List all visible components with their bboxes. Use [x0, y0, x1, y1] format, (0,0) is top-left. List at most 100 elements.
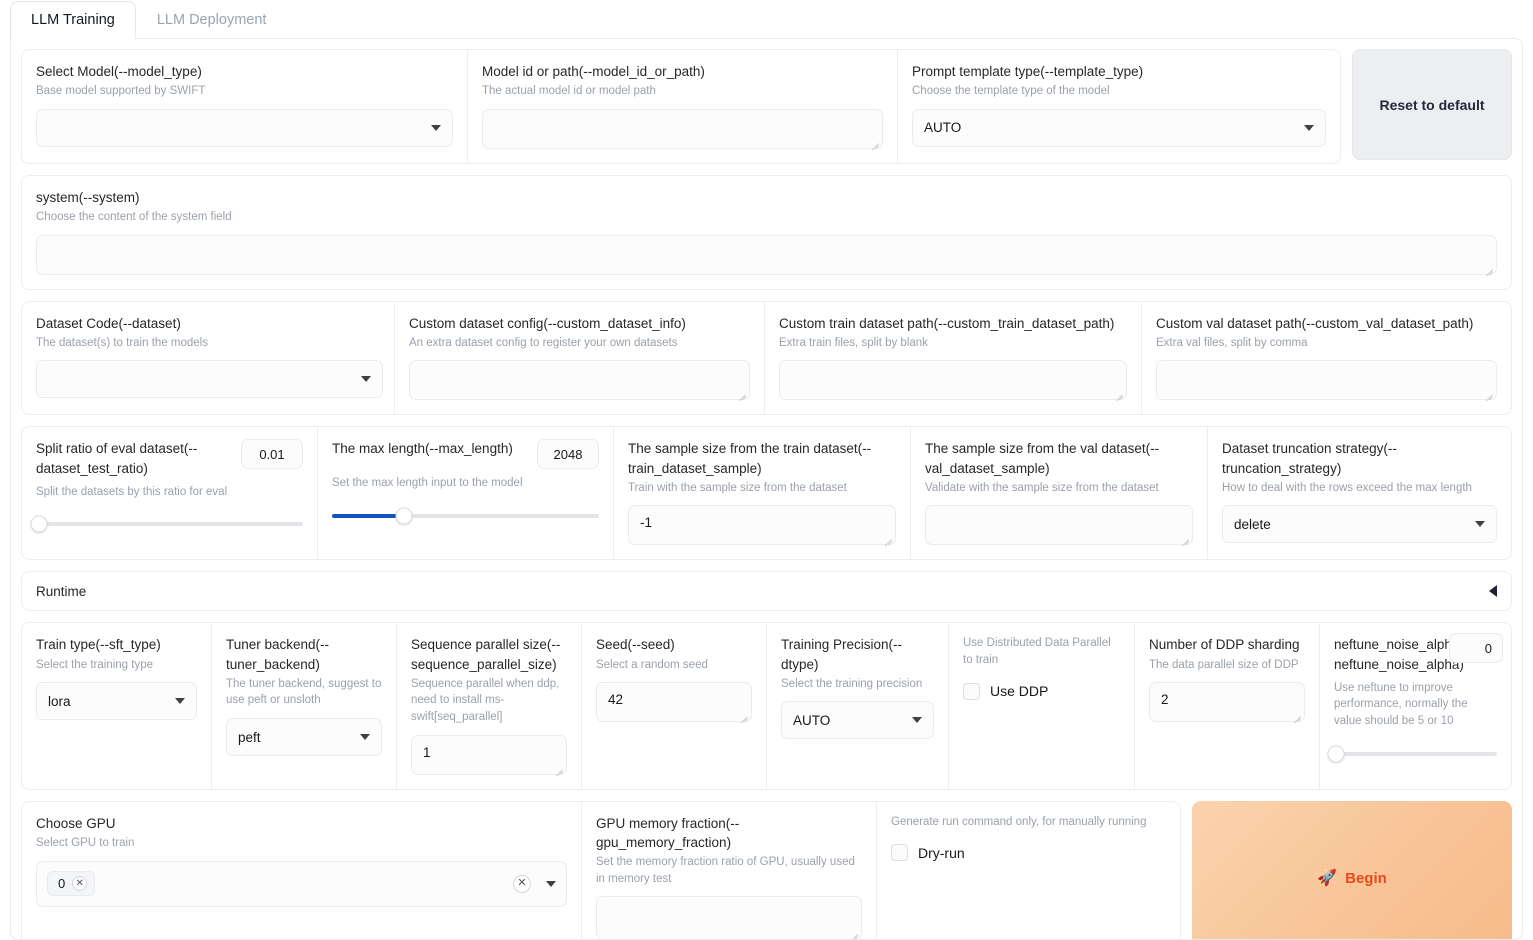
- template-type-dropdown[interactable]: AUTO: [912, 109, 1326, 147]
- template-type-value: AUTO: [924, 120, 961, 135]
- sequence-parallel-size-value: 1: [423, 745, 431, 760]
- slider-knob[interactable]: [1327, 745, 1344, 762]
- resize-grip-icon[interactable]: [882, 532, 892, 542]
- val-dataset-sample-label: The sample size from the val dataset(--v…: [925, 439, 1193, 477]
- resize-grip-icon[interactable]: [869, 136, 879, 146]
- train-dataset-sample-value: -1: [640, 515, 652, 530]
- use-ddp-label: Use DDP: [990, 683, 1048, 699]
- gpu-token-label: 0: [58, 876, 65, 891]
- tuner-backend-value: peft: [238, 730, 261, 745]
- slider-track: [1334, 752, 1497, 756]
- select-model-label: Select Model(--model_type): [36, 62, 453, 81]
- dataset-test-ratio-slider[interactable]: [36, 513, 303, 535]
- tuner-backend-dropdown[interactable]: peft: [226, 718, 382, 756]
- dataset-code-dropdown[interactable]: [36, 360, 383, 398]
- resize-grip-icon[interactable]: [553, 762, 563, 772]
- truncation-strategy-dropdown[interactable]: delete: [1222, 505, 1497, 543]
- custom-val-path-hint: Extra val files, split by comma: [1156, 335, 1497, 352]
- use-ddp-checkbox-row[interactable]: Use DDP: [963, 683, 1120, 700]
- resize-grip-icon[interactable]: [1291, 709, 1301, 719]
- resize-grip-icon[interactable]: [1179, 532, 1189, 542]
- custom-dataset-config-input[interactable]: [409, 360, 750, 400]
- seed-cell: Seed(--seed) Select a random seed 42: [582, 623, 767, 788]
- truncation-strategy-value: delete: [1234, 517, 1271, 532]
- sft-type-cell: Train type(--sft_type) Select the traini…: [22, 623, 212, 788]
- neftune-hint: Use neftune to improve performance, norm…: [1334, 680, 1497, 730]
- sequence-parallel-size-input[interactable]: 1: [411, 735, 567, 775]
- resize-grip-icon[interactable]: [738, 709, 748, 719]
- dataset-code-label: Dataset Code(--dataset): [36, 314, 380, 333]
- runtime-accordion-label: Runtime: [36, 584, 86, 599]
- dataset-code-cell: Dataset Code(--dataset) The dataset(s) t…: [22, 302, 395, 415]
- use-ddp-checkbox[interactable]: [963, 683, 980, 700]
- custom-val-path-label: Custom val dataset path(--custom_val_dat…: [1156, 314, 1497, 333]
- rocket-icon: 🚀: [1317, 868, 1337, 888]
- custom-val-path-input[interactable]: [1156, 360, 1497, 400]
- reset-to-default-button[interactable]: Reset to default: [1352, 49, 1512, 160]
- model-id-label: Model id or path(--model_id_or_path): [482, 62, 883, 81]
- dataset-code-hint: The dataset(s) to train the models: [36, 335, 380, 352]
- slider-knob[interactable]: [396, 508, 413, 525]
- chevron-down-icon: [1304, 125, 1314, 131]
- tab-bar: LLM Training LLM Deployment: [0, 0, 1533, 38]
- sft-type-hint: Select the training type: [36, 657, 197, 674]
- system-input[interactable]: [36, 235, 1497, 275]
- model-row-wrapper: Select Model(--model_type) Base model su…: [21, 49, 1512, 175]
- custom-train-path-input[interactable]: [779, 360, 1127, 400]
- template-type-label: Prompt template type(--template_type): [912, 62, 1326, 81]
- dtype-hint: Select the training precision: [781, 676, 934, 693]
- neftune-value[interactable]: 0: [1449, 633, 1503, 663]
- dataset-test-ratio-hint: Split the datasets by this ratio for eva…: [36, 484, 303, 501]
- dtype-value: AUTO: [793, 713, 830, 728]
- max-length-slider[interactable]: [332, 505, 599, 527]
- choose-gpu-multiselect[interactable]: 0 ✕ ✕: [36, 861, 567, 907]
- select-model-dropdown[interactable]: [36, 109, 453, 147]
- triangle-left-icon[interactable]: [1489, 585, 1497, 597]
- dataset-test-ratio-label: Split ratio of eval dataset(--dataset_te…: [36, 439, 231, 477]
- gpu-memory-fraction-label: GPU memory fraction(--gpu_memory_fractio…: [596, 814, 862, 852]
- resize-grip-icon[interactable]: [848, 927, 858, 937]
- choose-gpu-label: Choose GPU: [36, 814, 567, 833]
- custom-train-path-hint: Extra train files, split by blank: [779, 335, 1127, 352]
- chevron-down-icon[interactable]: [546, 881, 556, 887]
- max-length-value[interactable]: 2048: [537, 439, 599, 469]
- gpu-memory-fraction-input[interactable]: [596, 896, 862, 940]
- train-dataset-sample-input[interactable]: -1: [628, 505, 896, 545]
- runtime-accordion[interactable]: Runtime: [21, 571, 1512, 611]
- runtime-row: Train type(--sft_type) Select the traini…: [21, 622, 1512, 789]
- resize-grip-icon[interactable]: [1483, 387, 1493, 397]
- choose-gpu-hint: Select GPU to train: [36, 835, 567, 852]
- resize-grip-icon[interactable]: [736, 387, 746, 397]
- dry-run-checkbox[interactable]: [891, 844, 908, 861]
- seed-input[interactable]: 42: [596, 682, 752, 722]
- system-hint: Choose the content of the system field: [36, 209, 1497, 226]
- dry-run-checkbox-row[interactable]: Dry-run: [891, 844, 1166, 861]
- close-icon[interactable]: ✕: [72, 876, 87, 891]
- choose-gpu-cell: Choose GPU Select GPU to train 0 ✕ ✕: [22, 802, 582, 940]
- dtype-cell: Training Precision(--dtype) Select the t…: [767, 623, 949, 788]
- system-label: system(--system): [36, 188, 1497, 207]
- select-model-cell: Select Model(--model_type) Base model su…: [22, 50, 468, 163]
- dataset-test-ratio-value[interactable]: 0.01: [241, 439, 303, 469]
- val-dataset-sample-input[interactable]: [925, 505, 1193, 545]
- model-id-input[interactable]: [482, 109, 883, 149]
- ddp-sharding-hint: The data parallel size of DDP: [1149, 657, 1305, 674]
- dtype-dropdown[interactable]: AUTO: [781, 701, 934, 739]
- ddp-sharding-input[interactable]: 2: [1149, 682, 1305, 722]
- neftune-slider[interactable]: [1334, 743, 1497, 765]
- gpu-row: Choose GPU Select GPU to train 0 ✕ ✕ GPU…: [21, 801, 1181, 940]
- close-circle-icon[interactable]: ✕: [513, 875, 531, 893]
- tuner-backend-label: Tuner backend(--tuner_backend): [226, 635, 382, 673]
- seed-hint: Select a random seed: [596, 657, 752, 674]
- begin-button[interactable]: 🚀 Begin: [1192, 801, 1512, 940]
- slider-knob[interactable]: [30, 516, 47, 533]
- val-dataset-sample-hint: Validate with the sample size from the d…: [925, 480, 1193, 497]
- resize-grip-icon[interactable]: [1113, 387, 1123, 397]
- sft-type-dropdown[interactable]: lora: [36, 682, 197, 720]
- train-dataset-sample-cell: The sample size from the train dataset(-…: [614, 427, 911, 559]
- gpu-token[interactable]: 0 ✕: [47, 871, 95, 896]
- dry-run-label: Dry-run: [918, 845, 965, 861]
- tab-llm-deployment[interactable]: LLM Deployment: [136, 1, 288, 39]
- resize-grip-icon[interactable]: [1483, 262, 1493, 272]
- tab-llm-training[interactable]: LLM Training: [10, 1, 136, 39]
